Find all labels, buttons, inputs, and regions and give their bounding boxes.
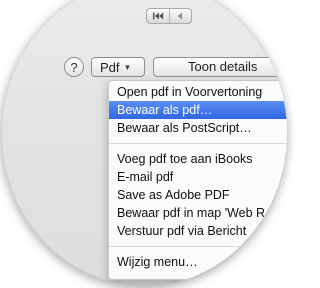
menu-item-add-to-ibooks[interactable]: Voeg pdf toe aan iBooks — [109, 150, 287, 168]
menu-separator — [109, 143, 287, 144]
page-navigation-control[interactable] — [146, 8, 192, 24]
print-dialog-area: ? Pdf ▼ Toon details Open pdf in Voorver… — [1, 0, 287, 286]
show-details-label: Toon details — [188, 59, 258, 74]
magnifier-lens: ? Pdf ▼ Toon details Open pdf in Voorver… — [1, 0, 287, 286]
menu-separator — [109, 246, 287, 247]
dropdown-triangle-icon: ▼ — [123, 62, 132, 72]
previous-icon — [177, 12, 183, 20]
menu-item-save-as-pdf[interactable]: Bewaar als pdf… — [109, 101, 287, 119]
menu-item-open-in-preview[interactable]: Open pdf in Voorvertoning — [109, 83, 287, 101]
menu-item-save-to-web-folder[interactable]: Bewaar pdf in map 'Web R — [109, 204, 287, 222]
menu-item-save-as-postscript[interactable]: Bewaar als PostScript… — [109, 119, 287, 137]
menu-item-email-pdf[interactable]: E-mail pdf — [109, 168, 287, 186]
menu-item-send-via-messages[interactable]: Verstuur pdf via Bericht — [109, 222, 287, 240]
first-page-button[interactable] — [147, 9, 169, 23]
pdf-button-label: Pdf — [100, 59, 120, 75]
help-button[interactable]: ? — [64, 57, 84, 77]
menu-item-edit-menu[interactable]: Wijzig menu… — [109, 253, 287, 271]
help-label: ? — [70, 59, 78, 75]
previous-page-button[interactable] — [168, 9, 192, 23]
skip-to-start-icon — [152, 12, 164, 20]
show-details-button[interactable]: Toon details — [153, 57, 287, 77]
pdf-menu-button[interactable]: Pdf ▼ — [91, 57, 145, 77]
menu-item-save-as-adobe-pdf[interactable]: Save as Adobe PDF — [109, 186, 287, 204]
pdf-dropdown-menu: Open pdf in Voorvertoning Bewaar als pdf… — [108, 80, 287, 280]
